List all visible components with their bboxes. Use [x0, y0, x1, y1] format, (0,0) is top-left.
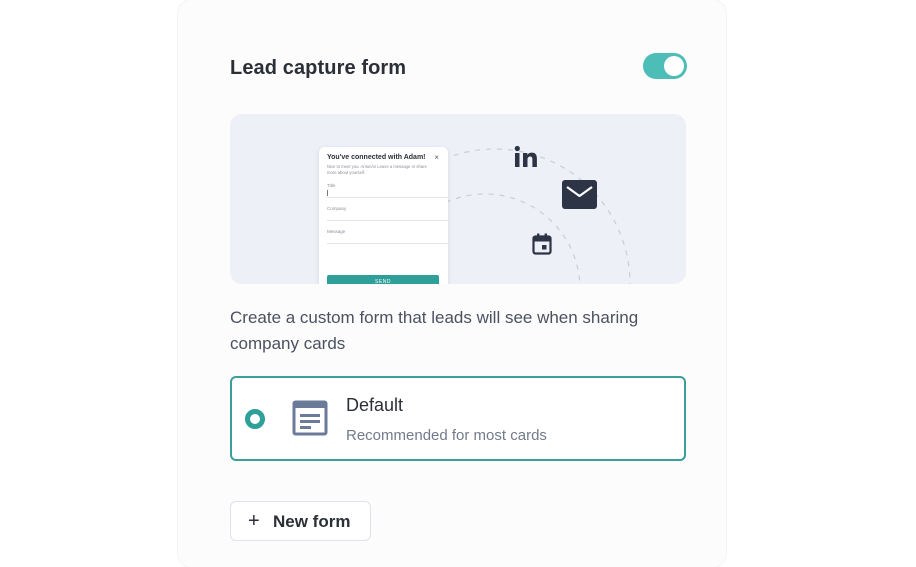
form-preview-illustration: You've connected with Adam! × Nice to me…: [230, 114, 686, 284]
default-form-option[interactable]: Default Recommended for most cards: [230, 376, 686, 461]
form-description: Create a custom form that leads will see…: [230, 308, 639, 353]
lead-capture-toggle[interactable]: [643, 53, 687, 79]
mini-send-button: SEND: [327, 275, 439, 284]
mini-field: [327, 211, 448, 221]
section-title: Lead capture form: [230, 57, 407, 79]
preview-background-lines: [359, 148, 631, 284]
mini-form-subtitle: Nice to meet you. Anton/u! Leave a messa…: [327, 164, 427, 175]
calendar-icon: [532, 233, 552, 255]
new-form-button[interactable]: + New form: [230, 501, 371, 541]
mini-close-icon: ×: [434, 153, 439, 162]
mini-field: [327, 234, 448, 244]
mini-lead-form: You've connected with Adam! × Nice to me…: [319, 147, 448, 284]
mini-form-title: You've connected with Adam!: [327, 154, 426, 161]
new-form-label: New form: [273, 512, 351, 531]
option-title: Default: [346, 395, 404, 415]
option-subtitle: Recommended for most cards: [346, 427, 547, 444]
form-layout-icon: [292, 400, 328, 436]
plus-icon: +: [248, 510, 260, 532]
mini-field: [327, 188, 448, 198]
radio-selected-icon[interactable]: [245, 409, 265, 429]
toggle-knob: [664, 56, 684, 76]
mail-icon: [562, 180, 597, 209]
linkedin-icon: [514, 145, 537, 167]
